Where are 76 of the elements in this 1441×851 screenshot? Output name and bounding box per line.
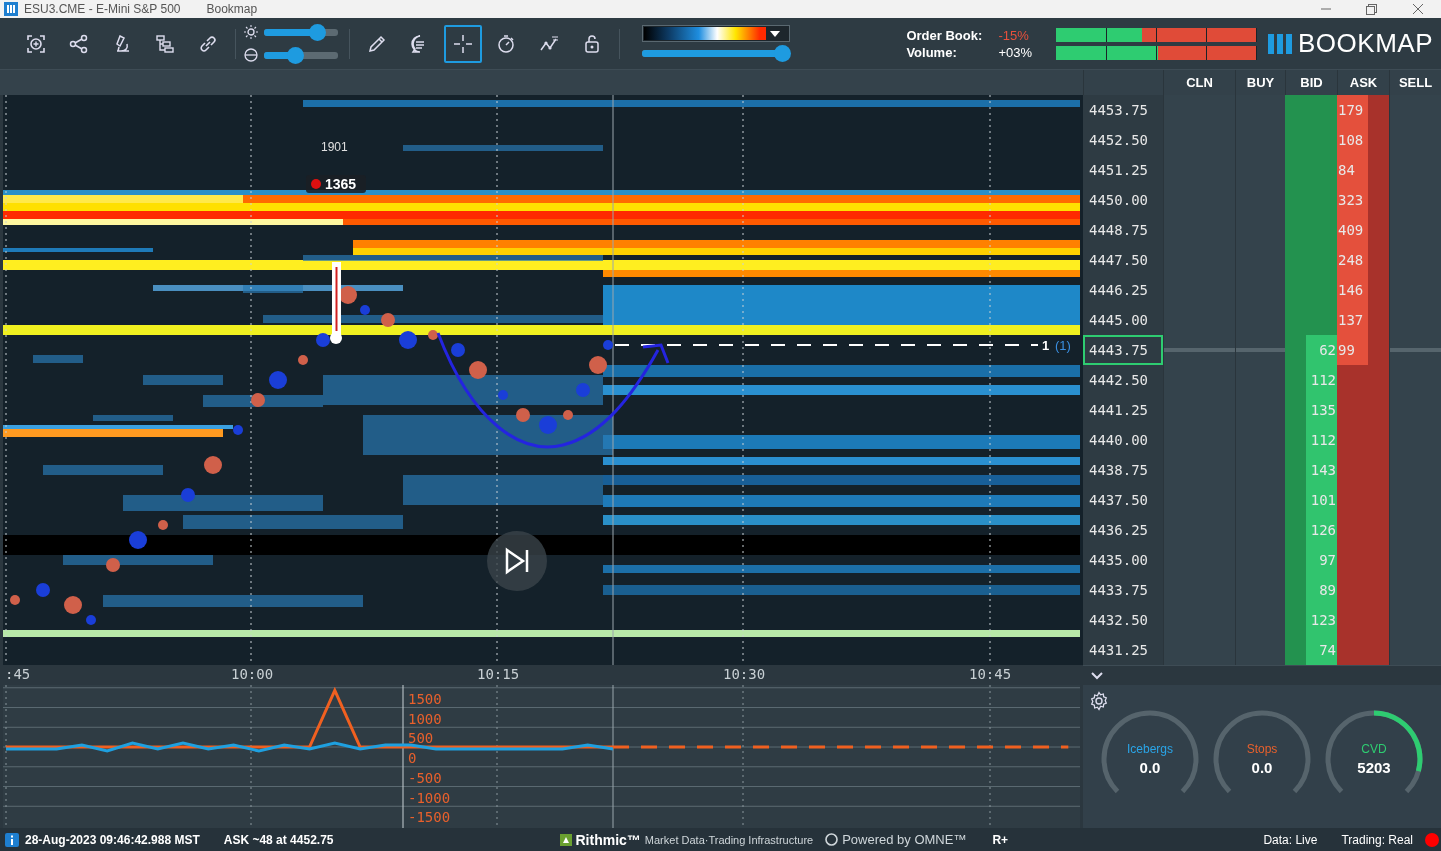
volume-label: 1901 (321, 140, 348, 154)
axis-tick-label: -1000 (408, 789, 451, 806)
axis-tick-label: -1500 (408, 809, 451, 826)
axis-tick-label: -500 (408, 769, 442, 786)
bid-size: 126 (1310, 522, 1336, 538)
price-cell: 4446.25 (1083, 275, 1163, 305)
axis-tick-label: 1000 (408, 710, 442, 727)
time-axis-label: 10:00 (231, 666, 274, 682)
logo-text: BOOKMAP (1298, 28, 1433, 59)
provider-tagline: Market Data·Trading Infrastructure (644, 833, 814, 846)
price-cell: 4441.25 (1083, 395, 1163, 425)
price-cell: 4443.75 (1083, 335, 1163, 365)
ask-size: 179 (1338, 102, 1364, 118)
price-cell: 4431.25 (1083, 635, 1163, 665)
price-cell: 4442.50 (1083, 365, 1163, 395)
price-cell: 4447.50 (1083, 245, 1163, 275)
price-cell: 4445.00 (1083, 305, 1163, 335)
time-axis-label: 10:15 (477, 666, 520, 682)
price-cell: 4450.00 (1083, 185, 1163, 215)
bid-size: 101 (1310, 492, 1336, 508)
price-cell: 4436.25 (1083, 515, 1163, 545)
time-axis-label: :45 (5, 666, 31, 682)
imbalance-reading: +03% (998, 44, 1032, 60)
ask-size: 137 (1338, 312, 1364, 328)
bid-size: 123 (1310, 612, 1336, 628)
ask-size: 248 (1338, 252, 1364, 268)
price-cell: 4435.00 (1083, 545, 1163, 575)
order-count-label: (1) (1055, 338, 1071, 353)
price-cell: 4438.75 (1083, 455, 1163, 485)
price-cell: 4437.50 (1083, 485, 1163, 515)
bid-size: 112 (1310, 432, 1336, 448)
price-cell: 4453.75 (1083, 95, 1163, 125)
imbalance-label: Volume: (906, 44, 958, 60)
gauge-label: Icebergs (1126, 741, 1174, 756)
bid-size: 112 (1310, 372, 1336, 388)
gauge-value: 5203 (1356, 758, 1392, 776)
gauge-label: CVD (1360, 741, 1388, 756)
ask-size: 146 (1338, 282, 1364, 298)
ask-size: 99 (1338, 342, 1355, 358)
axis-tick-label: 500 (408, 730, 434, 747)
axis-tick-label: 1500 (408, 690, 442, 707)
timestamp: 28-Aug-2023 09:46:42.988 MST (25, 832, 200, 847)
price-cell: 4452.50 (1083, 125, 1163, 155)
imbalance-reading: -15% (998, 27, 1029, 43)
ask-size: 84 (1338, 162, 1355, 178)
ask-size: 323 (1338, 192, 1364, 208)
bid-size: 143 (1310, 462, 1336, 478)
order-size-label: 1 (1042, 338, 1050, 353)
bid-size: 74 (1319, 642, 1336, 658)
trade-size-label: 1365 (325, 176, 357, 192)
price-cell: 4448.75 (1083, 215, 1163, 245)
time-axis-label: 10:30 (723, 666, 766, 682)
time-axis-label: 10:45 (969, 666, 1012, 682)
bid-size: 97 (1319, 552, 1336, 568)
gauge-value: 0.0 (1138, 758, 1162, 776)
ask-size: 108 (1338, 132, 1364, 148)
gauge-label: Stops (1245, 741, 1279, 756)
price-cell: 4433.75 (1083, 575, 1163, 605)
gauge-value: 0.0 (1250, 758, 1274, 776)
price-cell: 4440.00 (1083, 425, 1163, 455)
powered-by-text: Powered by OMNE™ (842, 832, 967, 847)
mode-label: R+ (992, 832, 1009, 847)
imbalance-label: Order Book: (906, 27, 984, 43)
window-title: ESU3.CME - E-Mini S&P 500 (24, 2, 181, 16)
app-name: Bookmap (206, 2, 258, 16)
provider-name: Rithmic™ (575, 831, 641, 848)
bid-size: 89 (1319, 582, 1336, 598)
bid-size: 62 (1319, 342, 1336, 358)
trading-status: Trading: Real (1341, 832, 1413, 847)
price-cell: 4432.50 (1083, 605, 1163, 635)
ask-size: 409 (1338, 222, 1364, 238)
data-status: Data: Live (1263, 832, 1318, 847)
axis-tick-label: 0 (408, 750, 417, 766)
last-trade-text: ASK ~48 at 4452.75 (223, 832, 334, 847)
price-cell: 4451.25 (1083, 155, 1163, 185)
bid-size: 135 (1310, 402, 1336, 418)
